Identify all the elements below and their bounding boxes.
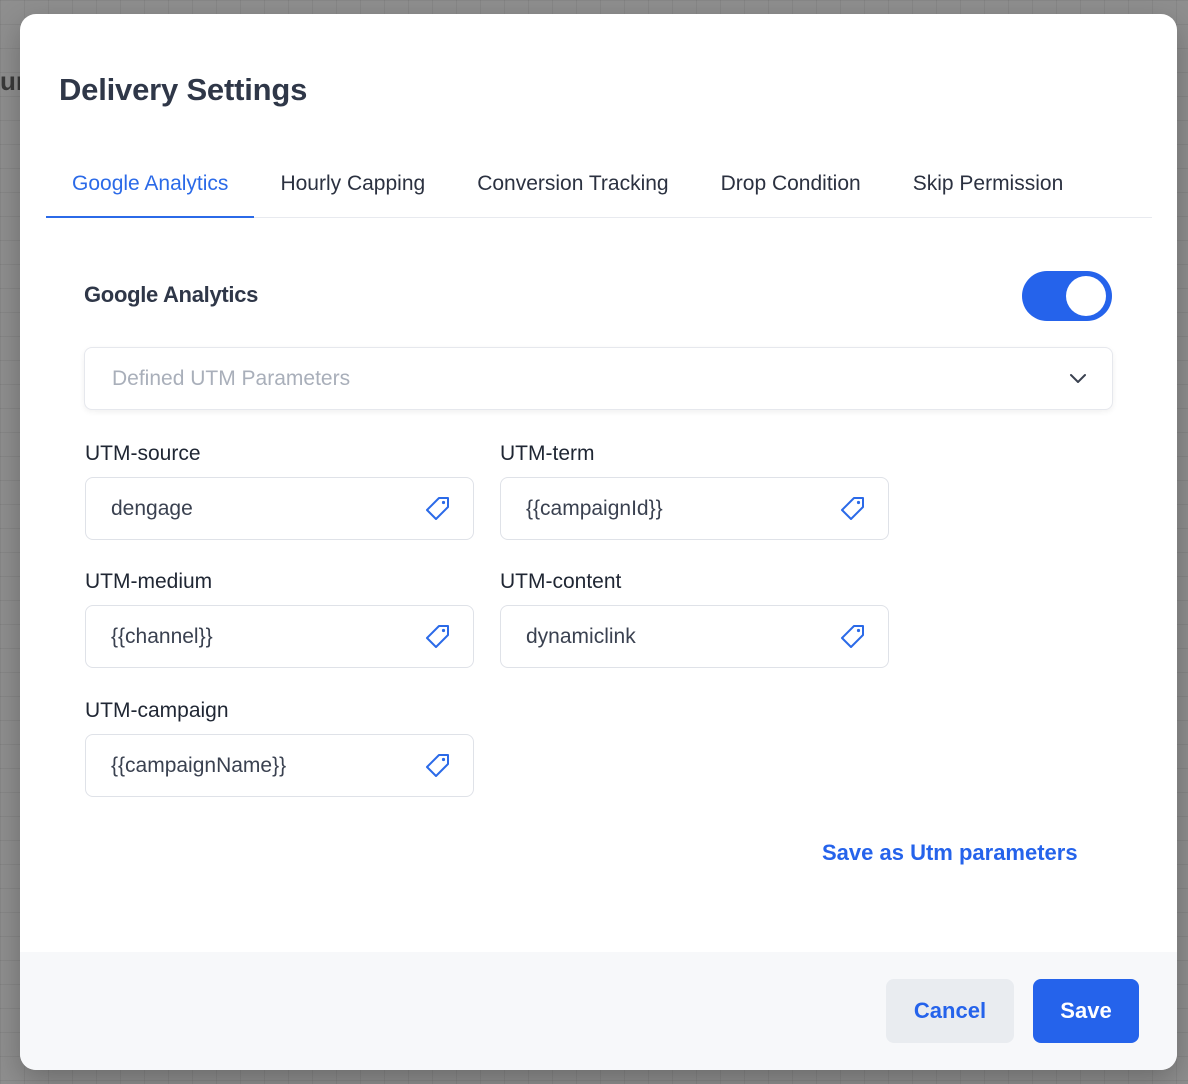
section-title: Google Analytics xyxy=(84,282,259,307)
utm-medium-field[interactable]: {{channel}} xyxy=(85,605,474,668)
tag-icon[interactable] xyxy=(838,494,868,524)
utm-parameters-select[interactable]: Defined UTM Parameters xyxy=(84,347,1113,410)
cancel-button[interactable]: Cancel xyxy=(886,979,1014,1043)
modal-footer: Cancel Save xyxy=(20,952,1177,1070)
delivery-settings-modal: Delivery Settings Google Analytics Hourl… xyxy=(20,14,1177,1070)
utm-medium-value: {{channel}} xyxy=(111,624,213,648)
tag-icon[interactable] xyxy=(423,622,453,652)
save-as-utm-parameters-link[interactable]: Save as Utm parameters xyxy=(822,840,1078,866)
tag-icon[interactable] xyxy=(423,494,453,524)
utm-source-value: dengage xyxy=(111,496,193,520)
google-analytics-toggle[interactable] xyxy=(1022,271,1112,321)
tab-bar: Google Analytics Hourly Capping Conversi… xyxy=(46,164,1152,218)
utm-campaign-label: UTM-campaign xyxy=(85,699,229,722)
utm-term-field[interactable]: {{campaignId}} xyxy=(500,477,889,540)
utm-content-value: dynamiclink xyxy=(526,624,636,648)
background-page-heading-fragment: ur xyxy=(0,66,20,96)
select-placeholder: Defined UTM Parameters xyxy=(112,366,351,390)
utm-term-label: UTM-term xyxy=(500,442,595,465)
tag-icon[interactable] xyxy=(838,622,868,652)
modal-title: Delivery Settings xyxy=(59,72,308,107)
save-button[interactable]: Save xyxy=(1033,979,1139,1043)
tag-icon[interactable] xyxy=(423,751,453,781)
chevron-down-icon xyxy=(1068,369,1088,389)
utm-source-label: UTM-source xyxy=(85,442,201,465)
utm-campaign-field[interactable]: {{campaignName}} xyxy=(85,734,474,797)
tab-drop-condition[interactable]: Drop Condition xyxy=(695,164,887,218)
utm-term-value: {{campaignId}} xyxy=(526,496,663,520)
utm-content-label: UTM-content xyxy=(500,570,622,593)
utm-content-field[interactable]: dynamiclink xyxy=(500,605,889,668)
utm-source-field[interactable]: dengage xyxy=(85,477,474,540)
tab-conversion-tracking[interactable]: Conversion Tracking xyxy=(451,164,694,218)
utm-campaign-value: {{campaignName}} xyxy=(111,753,287,777)
utm-medium-label: UTM-medium xyxy=(85,570,213,593)
tab-google-analytics[interactable]: Google Analytics xyxy=(46,164,255,218)
toggle-knob xyxy=(1066,276,1106,316)
tab-hourly-capping[interactable]: Hourly Capping xyxy=(254,164,451,218)
tab-skip-permission[interactable]: Skip Permission xyxy=(887,164,1090,218)
